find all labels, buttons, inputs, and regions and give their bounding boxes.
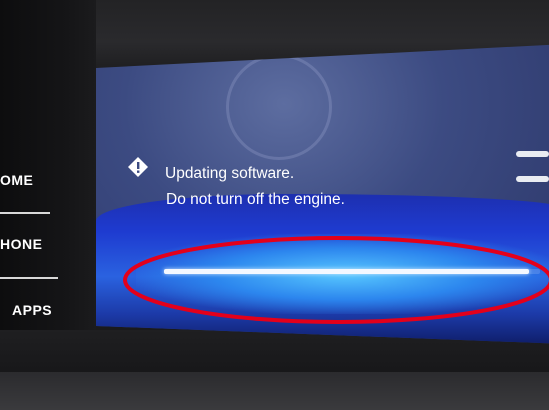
annotation-overlay: [123, 236, 549, 324]
highlight-ellipse: [123, 236, 549, 324]
